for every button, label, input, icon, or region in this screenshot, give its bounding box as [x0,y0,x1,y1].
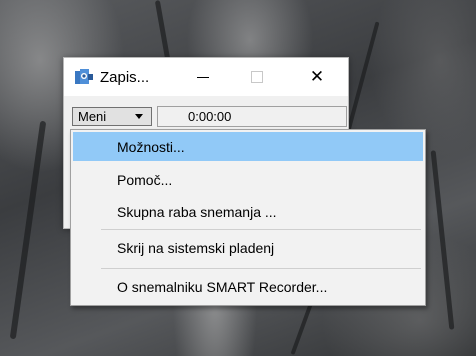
close-icon: ✕ [309,67,325,86]
menu-item-options[interactable]: Možnosti... [73,132,423,161]
menu-item-label: Pomoč... [117,171,173,188]
title-bar[interactable]: Zapis... ✕ [64,58,348,96]
maximize-button[interactable] [234,58,280,96]
recorder-app-icon [75,69,93,84]
menu-item-label: Možnosti... [117,138,185,155]
menu-item-share-recording[interactable]: Skupna raba snemanja ... [73,197,423,226]
dropdown-menu: Možnosti... Pomoč... Skupna raba snemanj… [70,129,426,306]
minimize-icon [197,76,209,78]
minimize-button[interactable] [180,58,226,96]
menu-item-hide-to-tray[interactable]: Skrij na sistemski pladenj [73,233,423,262]
menu-dropdown-button[interactable]: Meni [72,107,152,126]
chevron-down-icon [135,114,143,119]
menu-item-label: Skrij na sistemski pladenj [117,239,275,256]
menu-item-about[interactable]: O snemalniku SMART Recorder... [73,272,423,301]
menu-item-label: O snemalniku SMART Recorder... [117,278,328,295]
menu-button-label: Meni [78,109,107,124]
close-button[interactable]: ✕ [294,58,340,96]
timer-value: 0:00:00 [188,109,232,124]
menu-item-label: Skupna raba snemanja ... [117,203,277,220]
menu-item-help[interactable]: Pomoč... [73,165,423,194]
recording-timer: 0:00:00 [157,106,347,127]
maximize-icon [251,71,263,83]
menu-separator [101,229,421,230]
menu-separator [101,268,421,269]
window-title: Zapis... [100,69,150,86]
